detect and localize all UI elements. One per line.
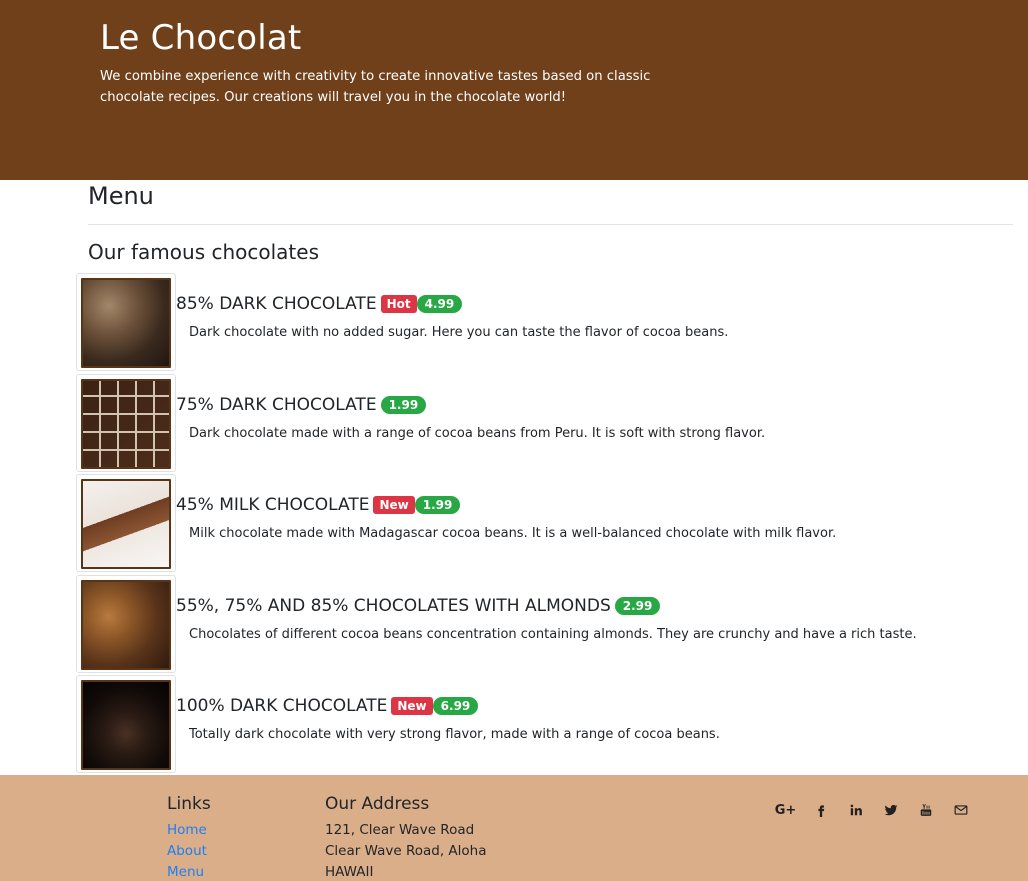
linkedin-icon[interactable] xyxy=(838,800,873,820)
menu-item-heading: 85% DARK CHOCOLATE Hot 4.99 xyxy=(176,294,463,314)
menu-item-description: Chocolates of different cocoa beans conc… xyxy=(189,627,917,642)
twitter-icon[interactable] xyxy=(873,800,908,820)
mail-icon[interactable] xyxy=(943,800,978,820)
menu-item-thumbnail[interactable] xyxy=(76,575,176,673)
menu-item-description: Totally dark chocolate with very strong … xyxy=(189,727,720,742)
menu-item-heading: 55%, 75% AND 85% CHOCOLATES WITH ALMONDS… xyxy=(176,596,661,616)
menu-item-description: Dark chocolate made with a range of coco… xyxy=(189,426,766,441)
menu-item: 100% DARK CHOCOLATE New 6.99 Totally dar… xyxy=(76,675,1016,773)
chocolate-image xyxy=(81,479,171,569)
price-badge: 1.99 xyxy=(414,496,461,514)
header-jumbotron: Le Chocolat We combine experience with c… xyxy=(0,0,1028,180)
price-badge: 2.99 xyxy=(614,597,661,615)
social-links: G+ xyxy=(768,800,978,820)
google-plus-icon[interactable]: G+ xyxy=(768,800,803,820)
menu-item-name: 100% DARK CHOCOLATE xyxy=(176,696,388,716)
menu-item-description: Dark chocolate with no added sugar. Here… xyxy=(189,325,729,340)
menu-item-name: 75% DARK CHOCOLATE xyxy=(176,395,377,415)
section-title: Our famous chocolates xyxy=(88,240,319,264)
menu-item: 75% DARK CHOCOLATE 1.99 Dark chocolate m… xyxy=(76,374,1016,472)
hot-badge: Hot xyxy=(380,295,417,313)
page-title: Menu xyxy=(88,182,154,210)
address-line: 121, Clear Wave Road xyxy=(325,822,475,838)
menu-item-thumbnail[interactable] xyxy=(76,474,176,572)
price-badge: 1.99 xyxy=(380,396,427,414)
price-badge: 6.99 xyxy=(432,697,479,715)
menu-item-name: 55%, 75% AND 85% CHOCOLATES WITH ALMONDS xyxy=(176,596,611,616)
menu-item: 55%, 75% AND 85% CHOCOLATES WITH ALMONDS… xyxy=(76,575,1016,673)
menu-item-heading: 100% DARK CHOCOLATE New 6.99 xyxy=(176,696,479,716)
menu-item-heading: 75% DARK CHOCOLATE 1.99 xyxy=(176,395,427,415)
menu-item-heading: 45% MILK CHOCOLATE New 1.99 xyxy=(176,495,461,515)
chocolate-image xyxy=(81,680,171,770)
facebook-icon[interactable] xyxy=(803,800,838,820)
address-line: HAWAII xyxy=(325,864,374,880)
title-divider xyxy=(88,224,1013,225)
menu-item-thumbnail[interactable] xyxy=(76,675,176,773)
footer-link-home[interactable]: Home xyxy=(167,820,211,841)
menu-item-thumbnail[interactable] xyxy=(76,273,176,371)
menu-item-description: Milk chocolate made with Madagascar coco… xyxy=(189,526,837,541)
footer-link-menu[interactable]: Menu xyxy=(167,862,211,881)
footer-address-title: Our Address xyxy=(325,794,430,814)
brand-tagline: We combine experience with creativity to… xyxy=(100,69,651,105)
footer-link-about[interactable]: About xyxy=(167,841,211,862)
menu-item-name: 45% MILK CHOCOLATE xyxy=(176,495,370,515)
new-badge: New xyxy=(373,496,415,514)
chocolate-image xyxy=(81,379,171,469)
footer-address: Our Address 121, Clear Wave Road Clear W… xyxy=(325,794,486,881)
new-badge: New xyxy=(391,697,433,715)
footer: Links Home About Menu Our Address 121, C… xyxy=(0,775,1028,881)
chocolate-image xyxy=(81,580,171,670)
price-badge: 4.99 xyxy=(416,295,463,313)
brand-title: Le Chocolat xyxy=(100,18,302,58)
chocolate-image xyxy=(81,278,171,368)
address-line: Clear Wave Road, Aloha xyxy=(325,843,487,859)
menu-item-thumbnail[interactable] xyxy=(76,374,176,472)
menu-item-name: 85% DARK CHOCOLATE xyxy=(176,294,377,314)
footer-links-title: Links xyxy=(167,794,211,814)
footer-links: Links Home About Menu xyxy=(167,794,211,881)
menu-item: 85% DARK CHOCOLATE Hot 4.99 Dark chocola… xyxy=(76,273,1016,371)
youtube-icon[interactable] xyxy=(908,800,943,820)
menu-item: 45% MILK CHOCOLATE New 1.99 Milk chocola… xyxy=(76,474,1016,572)
